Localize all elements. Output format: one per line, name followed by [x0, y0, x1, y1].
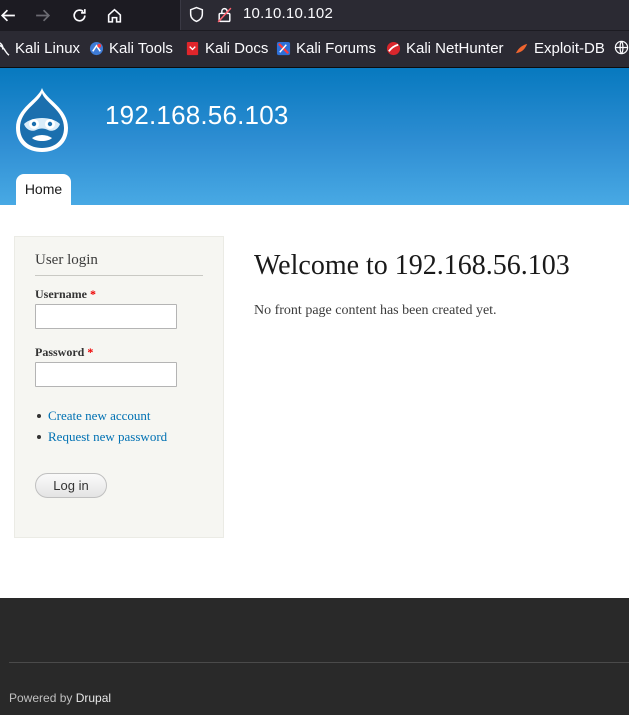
bookmark-overflow[interactable]: [614, 40, 629, 55]
password-label: Password *: [35, 345, 93, 360]
kali-forums-icon: [276, 41, 291, 56]
bookmark-label: Exploit-DB: [534, 40, 605, 57]
shield-icon[interactable]: [188, 6, 205, 27]
bookmark-label: Kali Tools: [109, 40, 173, 57]
kali-docs-icon: [186, 41, 199, 56]
user-login-block: User login Username * Password * Create …: [14, 236, 224, 538]
url-text: 10.10.10.102: [243, 5, 333, 22]
drupal-link[interactable]: Drupal: [76, 691, 111, 705]
address-bar[interactable]: 10.10.10.102: [180, 0, 629, 30]
login-links: Create new account Request new password: [35, 408, 167, 450]
required-marker: *: [89, 287, 96, 301]
tab-home[interactable]: Home: [16, 174, 71, 205]
create-account-link[interactable]: Create new account: [35, 408, 167, 429]
powered-by: Powered by Drupal: [9, 691, 111, 705]
bookmark-kali-nethunter[interactable]: Kali NetHunter: [386, 40, 504, 57]
reload-icon[interactable]: [67, 4, 91, 26]
kali-nethunter-icon: [386, 41, 401, 56]
username-label-text: Username: [35, 287, 87, 301]
page-title: Welcome to 192.168.56.103: [254, 250, 570, 281]
bookmark-label: Kali Forums: [296, 40, 377, 57]
home-icon[interactable]: [102, 4, 126, 26]
password-label-text: Password: [35, 345, 85, 359]
bookmark-label: Kali Linux: [15, 40, 81, 57]
bookmark-globe-icon: [614, 40, 629, 55]
site-header: 192.168.56.103 Home: [0, 68, 629, 205]
request-password-link[interactable]: Request new password: [35, 429, 167, 450]
username-label: Username *: [35, 287, 96, 302]
block-title: User login: [35, 252, 203, 276]
bookmark-kali-docs[interactable]: Kali Docs: [185, 40, 268, 57]
browser-toolbar: 10.10.10.102: [0, 0, 629, 31]
page-body-text: No front page content has been created y…: [254, 303, 497, 318]
kali-tools-icon: [89, 41, 104, 56]
insecure-lock-icon[interactable]: [216, 6, 233, 27]
login-button[interactable]: Log in: [35, 473, 107, 498]
bookmarks-toolbar: Kali Linux Kali Tools Kali Docs Kali For…: [0, 31, 629, 68]
drupal-logo-icon[interactable]: [12, 86, 72, 154]
kali-dragon-icon: [0, 42, 10, 56]
bookmark-exploit-db[interactable]: Exploit-DB: [514, 40, 605, 57]
bookmark-kali-linux[interactable]: Kali Linux: [0, 40, 80, 57]
site-name[interactable]: 192.168.56.103: [105, 100, 289, 131]
username-input[interactable]: [35, 304, 177, 329]
site-footer: Powered by Drupal: [0, 598, 629, 715]
powered-by-text: Powered by: [9, 691, 73, 705]
exploit-db-icon: [515, 43, 528, 54]
bookmark-label: Kali NetHunter: [406, 40, 504, 57]
password-input[interactable]: [35, 362, 177, 387]
bookmark-kali-tools[interactable]: Kali Tools: [89, 40, 173, 57]
bookmark-label: Kali Docs: [205, 40, 269, 57]
footer-divider: [9, 662, 629, 663]
forward-icon[interactable]: [30, 4, 54, 26]
bookmark-kali-forums[interactable]: Kali Forums: [276, 40, 376, 57]
back-icon[interactable]: [0, 4, 20, 26]
required-marker: *: [87, 345, 94, 359]
